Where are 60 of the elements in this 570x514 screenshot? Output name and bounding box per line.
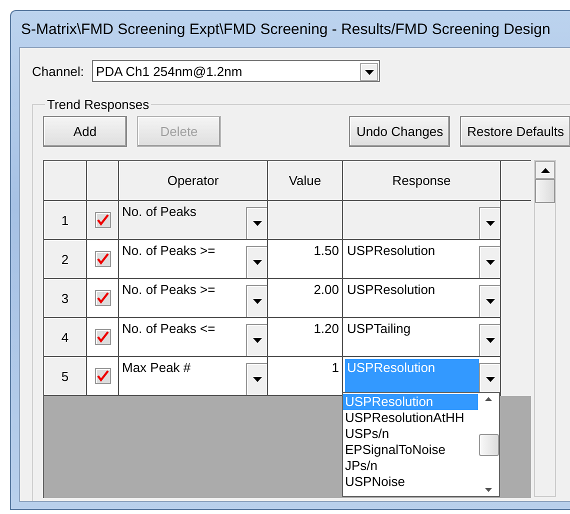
- dropdown-option[interactable]: EPSignalToNoise: [343, 442, 478, 458]
- dropdown-arrow-icon: [486, 299, 494, 304]
- dropdown-arrow-icon: [486, 338, 494, 343]
- column-header[interactable]: Response: [343, 161, 501, 201]
- scroll-thumb[interactable]: [535, 179, 555, 203]
- checkbox[interactable]: [94, 290, 110, 306]
- channel-label: Channel:: [32, 64, 84, 78]
- row-header[interactable]: 3: [44, 279, 87, 318]
- value-cell[interactable]: 1: [268, 357, 343, 396]
- restore-button[interactable]: Restore Defaults: [460, 116, 570, 147]
- value-cell[interactable]: 2.00: [268, 279, 343, 318]
- undo-button[interactable]: Undo Changes: [349, 116, 450, 147]
- channel-dropdown[interactable]: PDA Ch1 254nm@1.2nm: [92, 60, 380, 82]
- column-header[interactable]: Operator: [119, 161, 268, 201]
- checkbox-header: [87, 161, 119, 201]
- value-cell[interactable]: [268, 201, 343, 240]
- row-header[interactable]: 1: [44, 201, 87, 240]
- dropdown-arrow-icon: [252, 299, 262, 304]
- dropdown-option[interactable]: USPResolutionAtHH: [343, 410, 478, 426]
- add-button[interactable]: Add: [43, 116, 127, 147]
- dropdown-arrow-icon: [364, 70, 374, 74]
- operator-dropdown[interactable]: Max Peak #: [119, 357, 268, 396]
- dropdown-option[interactable]: USPs/n: [343, 426, 478, 442]
- scroll-thumb[interactable]: [478, 434, 498, 456]
- operator-dropdown[interactable]: No. of Peaks: [119, 201, 268, 240]
- response-dropdown[interactable]: USPResolution: [343, 240, 501, 279]
- dropdown-arrow-icon: [252, 260, 262, 265]
- dropdown-arrow-icon: [486, 377, 494, 382]
- dropdown-arrow-icon: [252, 338, 262, 343]
- checkbox[interactable]: [94, 251, 110, 267]
- row-header[interactable]: 2: [44, 240, 87, 279]
- response-dropdown[interactable]: [343, 201, 501, 240]
- response-dropdown[interactable]: USPResolution: [343, 279, 501, 318]
- row-header[interactable]: 5: [44, 357, 87, 396]
- dropdown-arrow-icon: [252, 221, 262, 226]
- trend-responses-group: Trend Responses Add Delete Undo Changes Restore Defaults Operator Value Response 1 No. of Peaks 2 No. of Peaks >= 1.50 USPResolution 3 No. of Peaks >= 2.00 USPResolution 4 No. of Peaks <= 1.20 USPTailing 5 Max Peak # 1 USPResolution USPResolution USPResolutionAtHH USPs/n EPSignalToNoise JPs/n USPNoise: [32, 97, 570, 501]
- corner-header: [44, 161, 87, 201]
- response-dropdown[interactable]: USPTailing: [343, 318, 501, 357]
- row-header[interactable]: 4: [44, 318, 87, 357]
- blank-header: [501, 161, 531, 201]
- vertical-scrollbar[interactable]: [534, 160, 556, 497]
- checkbox[interactable]: [94, 368, 110, 384]
- value-cell[interactable]: 1.20: [268, 318, 343, 357]
- scroll-down-icon[interactable]: [485, 488, 492, 492]
- blank-cell: [501, 357, 531, 396]
- window-title: S-Matrix\FMD Screening Expt\FMD Screening - Results/FMD Screening Design: [21, 20, 550, 38]
- checkbox[interactable]: [94, 329, 110, 345]
- operator-dropdown[interactable]: No. of Peaks <=: [119, 318, 268, 357]
- column-header[interactable]: Value: [268, 161, 343, 201]
- value-cell[interactable]: 1.50: [268, 240, 343, 279]
- dropdown-option[interactable]: USPNoise: [343, 474, 478, 490]
- scroll-up-icon[interactable]: [540, 168, 550, 172]
- dropdown-arrow-icon: [252, 377, 262, 382]
- dropdown-option[interactable]: JPs/n: [343, 458, 478, 474]
- checkbox[interactable]: [94, 212, 110, 228]
- operator-dropdown[interactable]: No. of Peaks >=: [119, 279, 268, 318]
- blank-cell: [501, 201, 531, 240]
- dropdown-arrow-icon: [486, 260, 494, 265]
- dropdown-arrow-icon: [486, 221, 494, 226]
- operator-dropdown[interactable]: No. of Peaks >=: [119, 240, 268, 279]
